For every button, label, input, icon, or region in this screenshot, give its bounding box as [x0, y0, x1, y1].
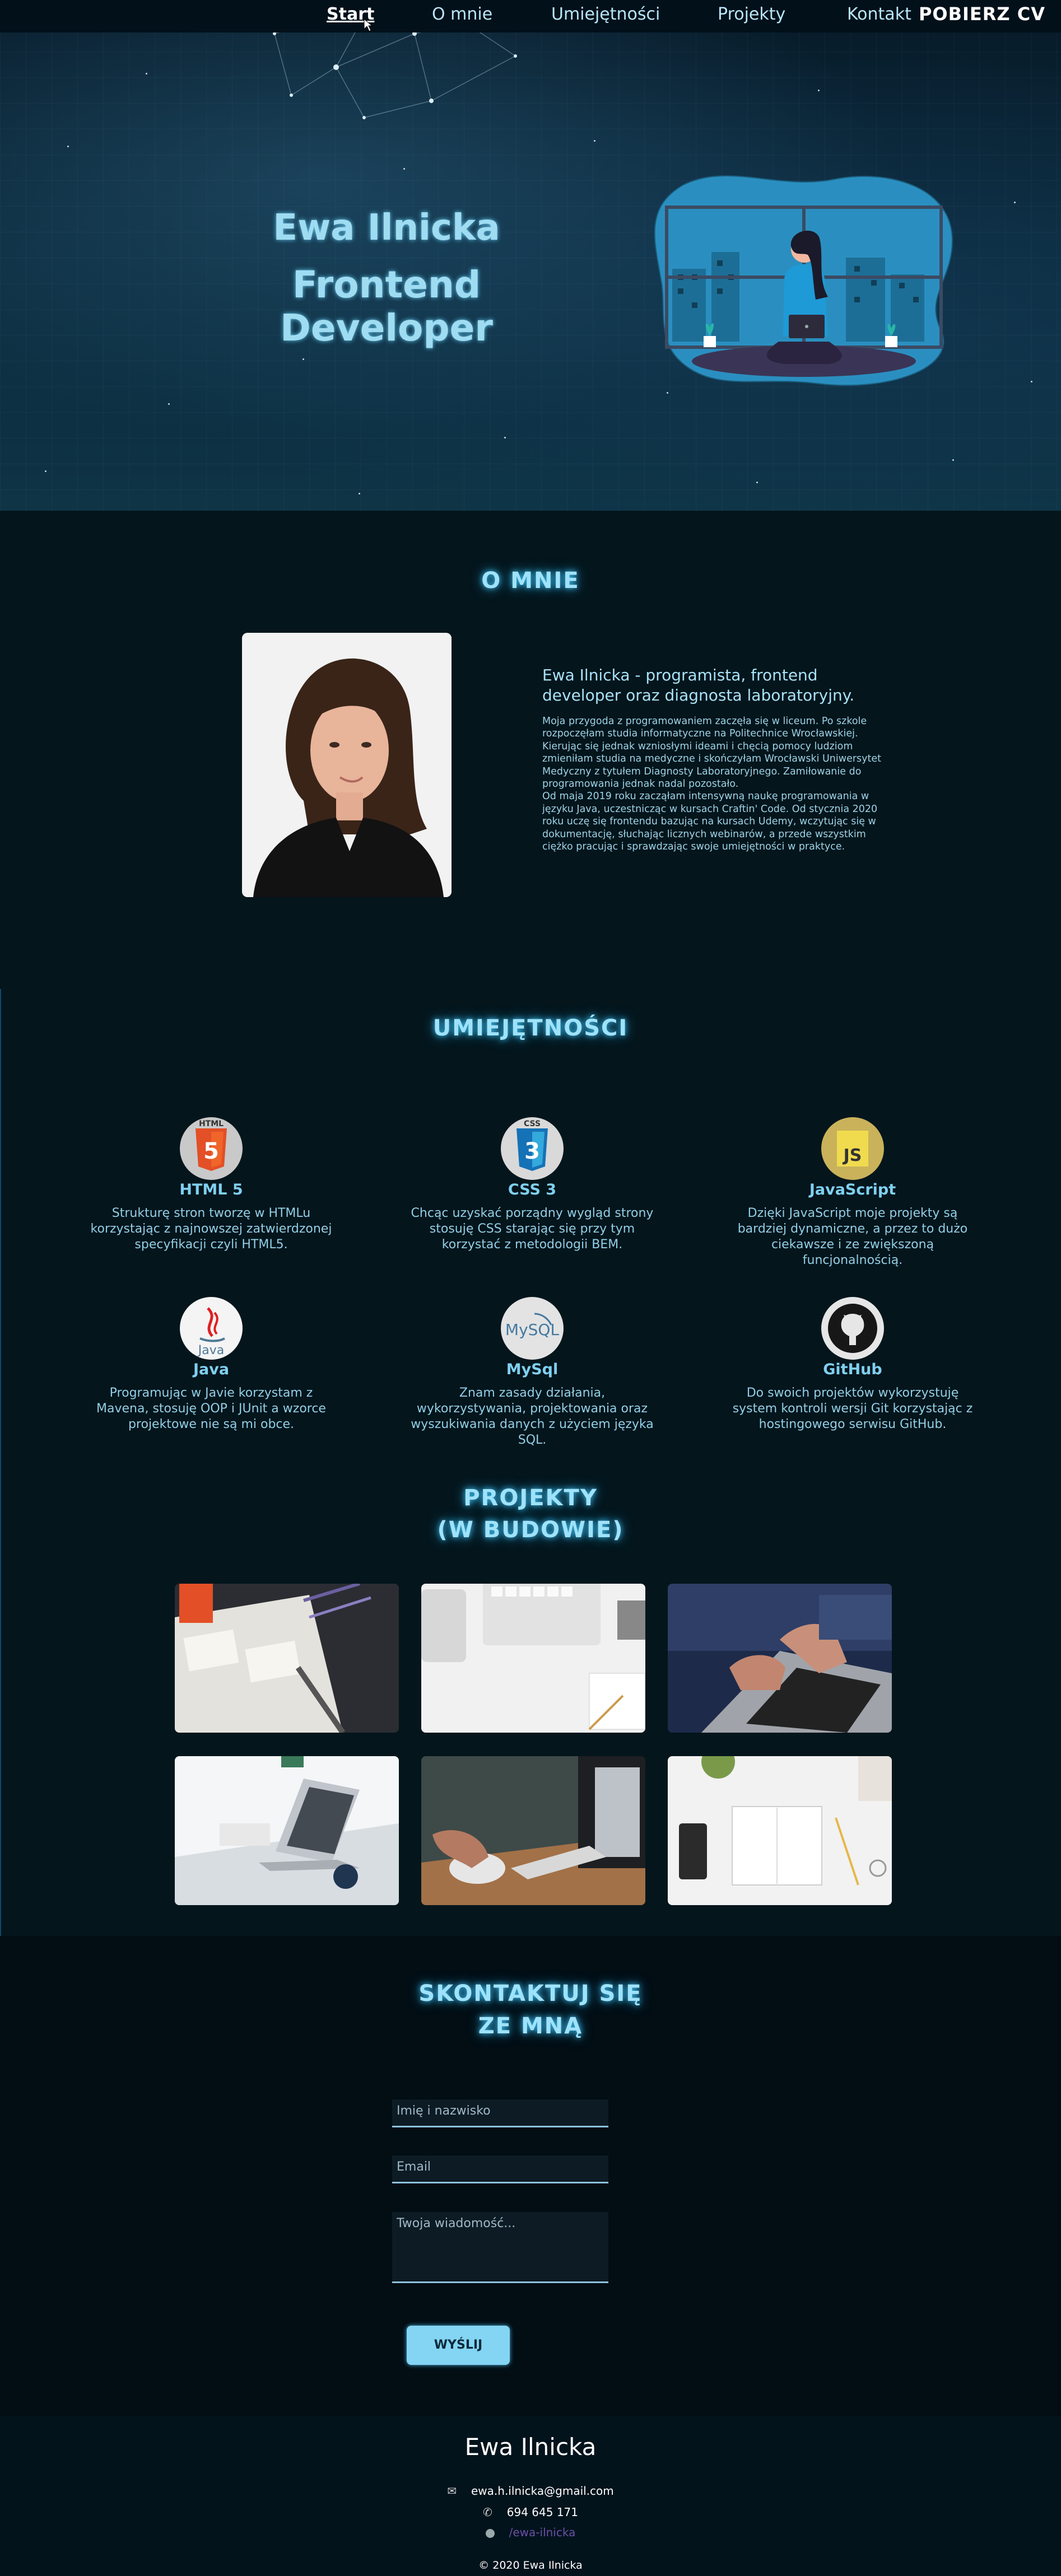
skill-description: Chcąc uzyskać porządny wygląd strony sto… [411, 1206, 654, 1252]
about-title: O MNIE [481, 568, 580, 594]
svg-text:JS: JS [843, 1146, 862, 1165]
skill-name: MySql [506, 1361, 559, 1378]
skill-name: GitHub [823, 1361, 882, 1378]
github-small-icon [485, 2528, 495, 2538]
phone-icon: ✆ [482, 2505, 492, 2519]
svg-text:HTML: HTML [199, 1119, 224, 1128]
project-card-4[interactable] [175, 1756, 399, 1905]
project-card-5[interactable] [421, 1756, 645, 1905]
send-button[interactable]: WYŚLIJ [407, 2326, 510, 2365]
cursor-icon [364, 18, 373, 32]
skill-name: JavaScript [809, 1181, 896, 1198]
html5-icon: 5 HTML [180, 1117, 243, 1180]
svg-text:Java: Java [197, 1343, 224, 1357]
skill-description: Dzięki JavaScript moje projekty są bardz… [737, 1206, 968, 1267]
name-field[interactable]: Imię i nazwisko [392, 2099, 608, 2127]
css3-icon: 3 CSS [501, 1117, 564, 1180]
skill-github: GitHub Do swoich projektów wykorzystuję … [707, 1297, 998, 1432]
footer-email-row: ✉ ewa.h.ilnicka@gmail.com [0, 2484, 1061, 2498]
skill-name: Java [193, 1361, 230, 1378]
nav-projects[interactable]: Projekty [718, 4, 785, 24]
project-card-2[interactable] [421, 1584, 645, 1733]
about-heading: Ewa Ilnicka - programista, frontend deve… [542, 666, 855, 704]
developer-illustration [654, 175, 953, 386]
skill-java: Java Java Programując w Javie korzystam … [66, 1297, 357, 1432]
skill-description: Znam zasady działania, wykorzystywania, … [411, 1386, 654, 1447]
footer-phone-row: ✆ 694 645 171 [0, 2505, 1061, 2519]
hero-name: Ewa Ilnicka [273, 207, 500, 249]
footer-phone: 694 645 171 [506, 2505, 578, 2519]
skill-css3: 3 CSS CSS 3 Chcąc uzyskać porządny wygląd… [387, 1117, 678, 1253]
skill-mysql: MySQL MySql Znam zasady działania, wykor… [387, 1297, 678, 1448]
skill-name: CSS 3 [508, 1181, 557, 1198]
skill-description: Programując w Javie korzystam z Mavena, … [96, 1386, 326, 1431]
contact-title-line1: SKONTAKTUJ SIĘ [418, 1981, 643, 2006]
contact-title-line2: ZE MNĄ [478, 2013, 583, 2039]
footer-name: Ewa Ilnicka [464, 2433, 597, 2461]
javascript-icon: JS [821, 1117, 884, 1180]
projects-title-line1: PROJEKTY [463, 1485, 598, 1511]
svg-text:3: 3 [524, 1138, 540, 1164]
profile-photo [242, 633, 452, 897]
hero-section: Ewa Ilnicka Frontend Developer [0, 0, 1061, 511]
skill-description: Strukturę stron tworzę w HTMLu korzystaj… [90, 1206, 332, 1252]
project-card-3[interactable] [668, 1584, 892, 1733]
skill-javascript: JS JavaScript Dzięki JavaScript moje pro… [707, 1117, 998, 1268]
github-icon [821, 1297, 884, 1360]
footer-github-link[interactable]: /ewa-ilnicka [509, 2526, 576, 2539]
svg-text:CSS: CSS [524, 1119, 541, 1128]
envelope-icon: ✉ [447, 2484, 457, 2498]
project-card-6[interactable] [668, 1756, 892, 1905]
mysql-icon: MySQL [501, 1297, 564, 1360]
project-card-1[interactable] [175, 1584, 399, 1733]
about-paragraph-1: Moja przygoda z programowaniem zaczęła s… [542, 716, 881, 790]
nav-skills[interactable]: Umiejętności [551, 4, 660, 24]
about-paragraph-2: Od maja 2019 roku zacząłam intensywną na… [542, 791, 878, 853]
skill-html5: 5 HTML HTML 5 Strukturę stron tworzę w HT… [66, 1117, 357, 1253]
nav-about[interactable]: O mnie [432, 4, 492, 24]
nav-contact[interactable]: Kontakt [847, 4, 911, 24]
hero-role: Frontend Developer [280, 263, 493, 349]
java-icon: Java [180, 1297, 243, 1360]
top-navigation: Start O mnie Umiejętności Projekty Konta… [0, 0, 1061, 32]
svg-text:5: 5 [203, 1138, 219, 1164]
download-cv-button[interactable]: POBIERZ CV [919, 3, 1045, 25]
projects-title-line2: (W BUDOWIE) [437, 1517, 624, 1543]
email-field[interactable]: Email [392, 2155, 608, 2183]
skill-name: HTML 5 [179, 1181, 243, 1198]
message-field[interactable]: Twoja wiadomość... [392, 2212, 608, 2283]
skill-description: Do swoich projektów wykorzystuję system … [732, 1386, 973, 1431]
footer-email[interactable]: ewa.h.ilnicka@gmail.com [471, 2484, 614, 2498]
footer-github-row: /ewa-ilnicka [0, 2526, 1061, 2539]
footer-copyright: © 2020 Ewa Ilnicka [478, 2559, 583, 2572]
skills-title: UMIEJĘTNOŚCI [432, 1015, 629, 1041]
about-description: Moja przygoda z programowaniem zaczęła s… [542, 715, 890, 853]
